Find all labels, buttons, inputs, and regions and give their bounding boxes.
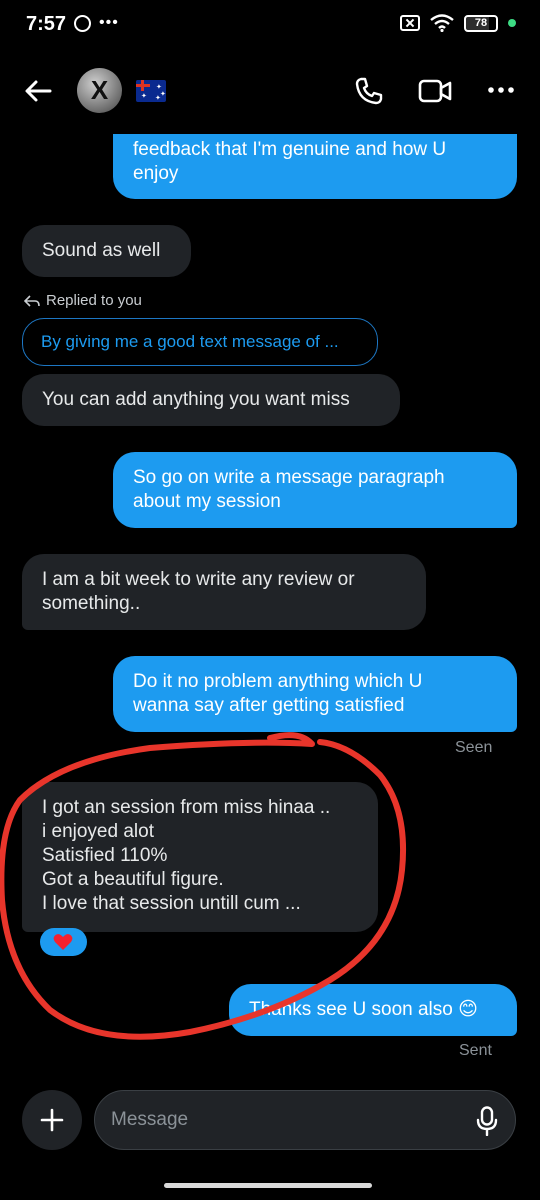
status-time: 7:57	[26, 13, 67, 35]
status-bar: 7:57 ••• 78	[0, 0, 540, 52]
battery-icon: 78	[464, 14, 498, 32]
message-bubble-incoming[interactable]: I got an session from miss hinaa .. i en…	[22, 782, 378, 932]
message-bubble-outgoing[interactable]: Thanks see U soon also 😊	[229, 984, 517, 1036]
plus-icon	[40, 1108, 64, 1132]
avatar-letter: X	[90, 75, 109, 105]
home-indicator[interactable]	[164, 1183, 372, 1188]
message-text-line: enjoy	[133, 163, 179, 184]
message-text-line: I love that session untill cum ...	[42, 893, 301, 914]
message-text-line: So go on write a message paragraph	[133, 467, 445, 488]
message-text-line: Do it no problem anything which U	[133, 671, 423, 692]
video-icon[interactable]	[418, 78, 452, 104]
add-attachment-button[interactable]	[22, 1090, 82, 1150]
heart-icon	[53, 934, 73, 950]
australia-flag-icon: ✦ ✦ ✦ ✦	[136, 80, 166, 102]
microphone-icon[interactable]	[476, 1106, 498, 1136]
avatar[interactable]: X	[77, 68, 122, 113]
more-notifications-icon: •••	[99, 14, 119, 31]
no-sim-icon	[400, 15, 420, 31]
message-bubble-outgoing[interactable]: Do it no problem anything which U wanna …	[113, 656, 517, 732]
message-bubble-incoming[interactable]: I am a bit week to write any review or s…	[22, 554, 426, 630]
heart-reaction[interactable]	[40, 928, 87, 956]
privacy-indicator-icon	[508, 19, 516, 27]
message-text-line: You can add anything you want miss	[42, 389, 350, 410]
message-text-line: Satisfied 110%	[42, 845, 168, 866]
message-text-line: wanna say after getting satisfied	[133, 695, 405, 716]
phone-icon[interactable]	[354, 76, 384, 106]
message-bubble-incoming[interactable]: Sound as well	[22, 225, 191, 277]
reply-quote[interactable]: By giving me a good text message of ...	[22, 318, 378, 366]
notification-icon	[74, 14, 91, 32]
message-bubble-outgoing[interactable]: feedback that I'm genuine and how U enjo…	[113, 134, 517, 199]
message-bubble-incoming[interactable]: You can add anything you want miss	[22, 374, 400, 426]
status-right-icons: 78	[400, 14, 516, 32]
wifi-icon	[430, 14, 454, 32]
seen-status: Seen	[455, 739, 493, 756]
message-text-line: Got a beautiful figure.	[42, 869, 224, 890]
sent-status: Sent	[459, 1042, 492, 1059]
chat-header: X ✦ ✦ ✦ ✦	[0, 60, 540, 122]
message-text-line: feedback that I'm genuine and how U	[133, 139, 447, 160]
message-text-line: I am a bit week to write any review or	[42, 569, 355, 590]
more-icon[interactable]	[486, 80, 516, 100]
message-text-line: I got an session from miss hinaa ..	[42, 797, 331, 818]
replied-label: Replied to you	[24, 292, 142, 309]
message-bubble-outgoing[interactable]: So go on write a message paragraph about…	[113, 452, 517, 528]
message-text-line: something..	[42, 593, 141, 614]
message-text-line: i enjoyed alot	[42, 821, 154, 842]
message-text-line: Thanks see U soon also 😊	[249, 999, 478, 1020]
reply-arrow-icon	[24, 294, 40, 307]
replied-label-text: Replied to you	[46, 292, 142, 309]
back-arrow-icon[interactable]	[22, 76, 54, 106]
status-left-icons: •••	[74, 14, 119, 32]
message-text-line: Sound as well	[42, 240, 161, 261]
message-text-line: about my session	[133, 491, 281, 512]
message-input[interactable]	[94, 1090, 516, 1150]
